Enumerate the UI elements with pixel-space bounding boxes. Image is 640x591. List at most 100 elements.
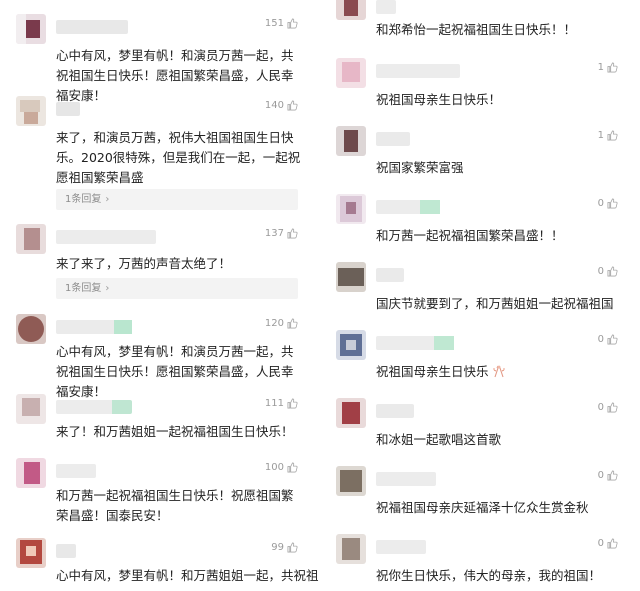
like-count: 137	[264, 228, 284, 239]
comment-item: 100 和万茜一起祝福祖国生日快乐！祝愿祖国繁荣昌盛！国泰民安！	[0, 458, 320, 534]
avatar[interactable]	[336, 398, 366, 428]
avatar[interactable]	[336, 126, 366, 156]
like-count: 100	[264, 462, 284, 473]
comment-text: 来了来了，万茜的声音太绝了！	[56, 256, 232, 271]
thumbs-up-icon	[607, 62, 618, 73]
comment-text: 祝福祖国母亲庆延福泽十亿众生赏金秋	[376, 500, 589, 515]
avatar[interactable]	[336, 58, 366, 88]
like-count: 0	[597, 266, 604, 277]
username-blurred[interactable]	[56, 400, 132, 414]
reply-count-button[interactable]: 1条回复 ›	[56, 278, 298, 299]
thumbs-up-icon	[607, 130, 618, 141]
username-blurred[interactable]	[376, 64, 460, 78]
like-button[interactable]: 111	[265, 398, 298, 409]
like-button[interactable]: 0	[598, 402, 618, 413]
like-count: 120	[264, 318, 284, 329]
comment-item: 99 心中有风，梦里有帆！和万茜姐姐一起，共祝祖	[0, 538, 320, 591]
comment-item: 和郑希怡一起祝福祖国生日快乐！！	[320, 0, 640, 42]
like-button[interactable]: 0	[598, 538, 618, 549]
avatar[interactable]	[336, 262, 366, 292]
like-count: 1	[597, 130, 604, 141]
thumbs-up-icon	[607, 334, 618, 345]
avatar[interactable]	[16, 538, 46, 568]
avatar[interactable]	[16, 458, 46, 488]
thumbs-up-icon	[287, 318, 298, 329]
comment-item: 0 国庆节就要到了，和万茜姐姐一起祝福祖国	[320, 262, 640, 322]
username-blurred[interactable]	[56, 20, 128, 34]
avatar[interactable]	[16, 394, 46, 424]
like-count: 0	[597, 538, 604, 549]
avatar[interactable]	[336, 194, 366, 224]
thumbs-up-icon	[287, 542, 298, 553]
comment-text: 来了，和演员万茜，祝伟大祖国祖国生日快乐。2020很特殊，但是我们在一起，一起祝…	[56, 130, 301, 185]
comment-item: 0 和冰姐一起歌唱这首歌	[320, 398, 640, 458]
thumbs-up-icon	[607, 198, 618, 209]
username-blurred[interactable]	[376, 540, 426, 554]
avatar[interactable]	[16, 14, 46, 44]
like-count: 151	[264, 18, 284, 29]
username-blurred[interactable]	[376, 132, 410, 146]
like-button[interactable]: 140	[265, 100, 298, 111]
thumbs-up-icon	[287, 228, 298, 239]
like-button[interactable]: 1	[598, 62, 618, 73]
comment-item: 137 来了来了，万茜的声音太绝了！ 1条回复 ›	[0, 224, 320, 304]
like-button[interactable]: 0	[598, 470, 618, 481]
username-blurred[interactable]	[376, 404, 414, 418]
comment-item: 0 祝祖国母亲生日快乐	[320, 330, 640, 390]
reply-count-button[interactable]: 1条回复 ›	[56, 189, 298, 210]
avatar[interactable]	[336, 534, 366, 564]
like-count: 99	[271, 542, 284, 553]
like-button[interactable]: 100	[265, 462, 298, 473]
like-button[interactable]: 1	[598, 130, 618, 141]
like-count: 0	[597, 198, 604, 209]
avatar[interactable]	[336, 330, 366, 360]
comment-item: 1 祝国家繁荣富强	[320, 126, 640, 186]
chevron-right-icon: ›	[105, 283, 110, 294]
comment-column-left: 151 心中有风，梦里有帆！和演员万茜一起，共祝祖国生日快乐！愿祖国繁荣昌盛，人…	[0, 0, 320, 591]
comment-column-right: 和郑希怡一起祝福祖国生日快乐！！ 1 祝祖国母亲生日快乐！ 1 祝国家繁荣富强	[320, 0, 640, 591]
username-blurred[interactable]	[376, 472, 436, 486]
avatar[interactable]	[16, 314, 46, 344]
comment-text: 祝你生日快乐，伟大的母亲，我的祖国！	[376, 568, 602, 583]
chevron-right-icon: ›	[105, 194, 110, 205]
like-button[interactable]: 120	[265, 318, 298, 329]
like-button[interactable]: 0	[598, 334, 618, 345]
thumbs-up-icon	[607, 266, 618, 277]
like-count: 0	[597, 402, 604, 413]
like-button[interactable]: 99	[271, 542, 298, 553]
comment-item: 0 和万茜一起祝福祖国繁荣昌盛！！	[320, 194, 640, 254]
reply-count-label: 1条回复	[65, 283, 102, 294]
avatar[interactable]	[336, 466, 366, 496]
thumbs-up-icon	[287, 18, 298, 29]
like-count: 1	[597, 62, 604, 73]
avatar[interactable]	[16, 224, 46, 254]
comment-text: 心中有风，梦里有帆！和万茜姐姐一起，共祝祖	[56, 568, 319, 583]
comment-text: 国庆节就要到了，和万茜姐姐一起祝福祖国	[376, 296, 614, 311]
like-count: 111	[264, 398, 284, 409]
avatar[interactable]	[336, 0, 366, 20]
avatar[interactable]	[16, 96, 46, 126]
comment-item: 0 祝你生日快乐，伟大的母亲，我的祖国！	[320, 534, 640, 591]
thumbs-up-icon	[607, 538, 618, 549]
username-blurred[interactable]	[56, 102, 80, 116]
like-button[interactable]: 0	[598, 198, 618, 209]
username-blurred[interactable]	[376, 336, 458, 350]
like-button[interactable]: 0	[598, 266, 618, 277]
comment-text: 祝国家繁荣富强	[376, 160, 464, 175]
comment-text: 祝祖国母亲生日快乐	[376, 364, 489, 379]
like-button[interactable]: 137	[265, 228, 298, 239]
like-button[interactable]: 151	[265, 18, 298, 29]
username-blurred[interactable]	[56, 464, 96, 478]
thumbs-up-icon	[287, 462, 298, 473]
username-blurred[interactable]	[56, 230, 156, 244]
comment-item: 1 祝祖国母亲生日快乐！	[320, 58, 640, 118]
username-blurred[interactable]	[56, 320, 136, 334]
thumbs-up-icon	[287, 100, 298, 111]
username-blurred[interactable]	[56, 544, 76, 558]
fireworks-icon	[492, 365, 505, 378]
comment-item: 140 来了，和演员万茜，祝伟大祖国祖国生日快乐。2020很特殊，但是我们在一起…	[0, 96, 320, 216]
username-blurred[interactable]	[376, 268, 404, 282]
username-blurred[interactable]	[376, 0, 396, 14]
username-blurred[interactable]	[376, 200, 446, 214]
comment-text: 和万茜一起祝福祖国繁荣昌盛！！	[376, 228, 564, 243]
